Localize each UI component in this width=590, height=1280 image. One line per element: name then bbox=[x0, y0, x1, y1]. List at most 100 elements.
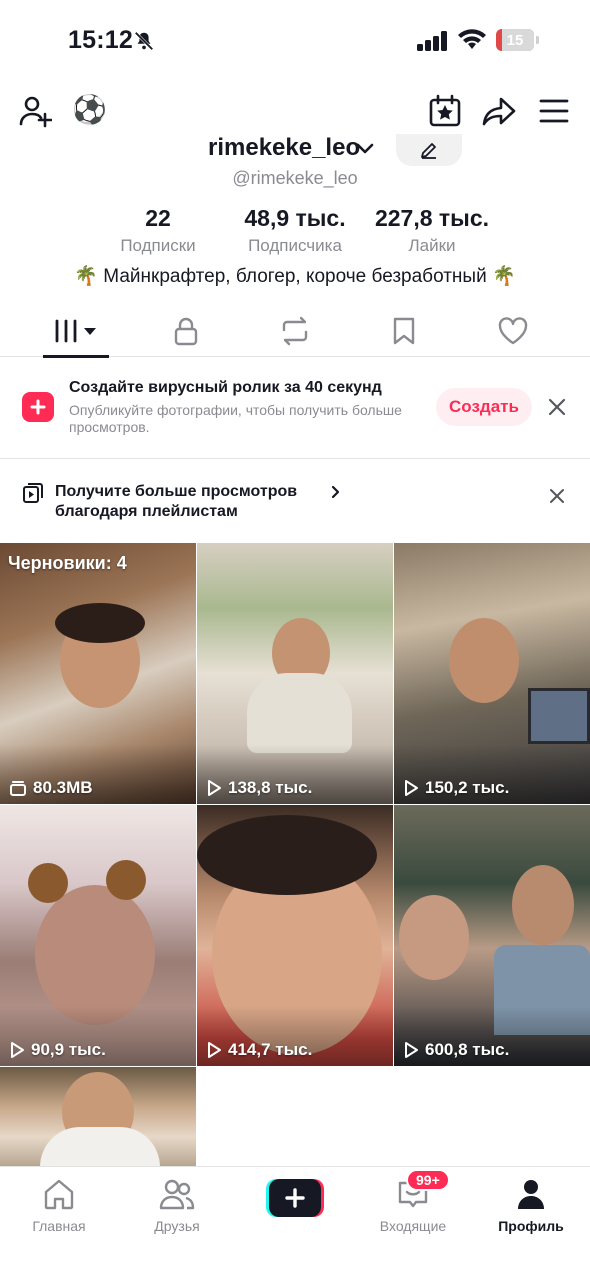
view-count-value: 90,9 тыс. bbox=[31, 1040, 106, 1059]
battery-fill bbox=[496, 29, 502, 51]
status-bar: 15:12 15 bbox=[0, 0, 590, 80]
nav-friends[interactable]: Друзья bbox=[122, 1175, 232, 1234]
video-thumbnail[interactable] bbox=[0, 1067, 196, 1167]
play-icon bbox=[208, 1042, 221, 1058]
wifi-icon bbox=[457, 28, 487, 55]
profile-tabs bbox=[0, 305, 590, 358]
thumbnail-face bbox=[449, 618, 519, 703]
thumbnail-face bbox=[35, 885, 155, 1025]
playlist-line1: Получите больше просмотров bbox=[55, 483, 298, 500]
create-video-banner[interactable]: Создайте вирусный ролик за 40 секунд Опу… bbox=[0, 357, 590, 459]
inbox-badge: 99+ bbox=[406, 1169, 450, 1191]
stat-value: 22 bbox=[145, 205, 171, 231]
nav-label: Профиль bbox=[498, 1218, 564, 1234]
video-thumbnail[interactable]: 150,2 тыс. bbox=[394, 543, 590, 804]
video-thumbnail[interactable]: 138,8 тыс. bbox=[197, 543, 393, 804]
playlist-banner-text: Получите больше просмотров благодаря пле… bbox=[55, 482, 297, 522]
video-size: 80.3MB bbox=[9, 778, 93, 798]
thumbnail-body bbox=[40, 1127, 160, 1167]
pencil-icon bbox=[421, 143, 436, 159]
view-count: 600,8 тыс. bbox=[403, 1040, 509, 1060]
home-icon bbox=[4, 1175, 114, 1213]
friends-icon bbox=[122, 1175, 232, 1213]
bell-muted-icon bbox=[133, 30, 155, 57]
edit-profile-button[interactable] bbox=[396, 134, 462, 166]
stat-likes[interactable]: 227,8 тыс. Лайки bbox=[366, 205, 498, 256]
view-count: 414,7 тыс. bbox=[206, 1040, 312, 1060]
nav-profile[interactable]: Профиль bbox=[476, 1175, 586, 1234]
thumbnail-face bbox=[399, 895, 469, 980]
play-icon bbox=[11, 1042, 24, 1058]
stat-value: 48,9 тыс. bbox=[244, 205, 346, 231]
video-thumbnail[interactable]: 600,8 тыс. bbox=[394, 805, 590, 1066]
stat-value: 227,8 тыс. bbox=[374, 205, 490, 231]
video-thumbnail[interactable]: 90,9 тыс. bbox=[0, 805, 196, 1066]
view-count-value: 414,7 тыс. bbox=[228, 1040, 313, 1059]
thumbnail-face bbox=[512, 865, 574, 945]
soccer-ball-icon[interactable]: ⚽ bbox=[72, 96, 107, 124]
videos-grid-icon bbox=[55, 319, 96, 343]
view-count-value: 600,8 тыс. bbox=[425, 1040, 510, 1059]
calendar-star-icon[interactable] bbox=[428, 94, 462, 128]
chevron-down-icon[interactable] bbox=[356, 142, 374, 161]
thumbnail-hair bbox=[55, 603, 145, 643]
profile-bio: 🌴 Майнкрафтер, блогер, короче безработны… bbox=[74, 266, 516, 287]
share-arrow-icon[interactable] bbox=[482, 94, 516, 128]
thumbnail-dog-ear bbox=[28, 863, 68, 903]
tab-liked[interactable] bbox=[480, 305, 546, 357]
menu-icon[interactable] bbox=[538, 96, 570, 126]
thumbnail-hair bbox=[197, 815, 377, 895]
thumbnail-laptop bbox=[528, 688, 590, 744]
heart-icon bbox=[498, 317, 528, 345]
banner-subtitle: Опубликуйте фотографии, чтобы получить б… bbox=[69, 402, 402, 435]
play-icon bbox=[208, 780, 221, 796]
stat-label: Лайки bbox=[408, 236, 456, 255]
drafts-label: Черновики: 4 bbox=[8, 553, 127, 573]
playlist-line2: благодаря плейлистам bbox=[55, 503, 238, 520]
add-person-icon[interactable] bbox=[18, 94, 52, 128]
video-size-value: 80.3MB bbox=[33, 778, 93, 797]
view-count: 138,8 тыс. bbox=[206, 778, 312, 798]
close-icon[interactable] bbox=[549, 488, 565, 509]
view-count: 150,2 тыс. bbox=[403, 778, 509, 798]
tab-videos[interactable] bbox=[43, 305, 109, 357]
close-icon[interactable] bbox=[547, 397, 567, 422]
status-time: 15:12 bbox=[68, 26, 133, 54]
video-thumbnail[interactable]: 414,7 тыс. bbox=[197, 805, 393, 1066]
create-plus-button[interactable] bbox=[266, 1179, 324, 1217]
play-icon bbox=[405, 780, 418, 796]
view-count-value: 138,8 тыс. bbox=[228, 778, 313, 797]
tab-saved[interactable] bbox=[371, 305, 437, 357]
nav-label: Друзья bbox=[154, 1218, 200, 1234]
video-thumbnail-drafts[interactable]: Черновики: 4 80.3MB bbox=[0, 543, 196, 804]
username[interactable]: rimekeke_leo bbox=[208, 134, 360, 162]
stat-following[interactable]: 22 Подписки bbox=[108, 205, 208, 256]
bookmark-icon bbox=[393, 317, 415, 345]
tab-private[interactable] bbox=[153, 305, 219, 357]
nav-label: Главная bbox=[32, 1218, 86, 1234]
tab-reposts[interactable] bbox=[262, 305, 328, 357]
stat-followers[interactable]: 48,9 тыс. Подписчика bbox=[230, 205, 360, 256]
plus-camera-icon bbox=[22, 392, 54, 422]
drafts-stack-icon bbox=[10, 781, 26, 796]
battery-indicator: 15 bbox=[496, 29, 539, 51]
repost-icon bbox=[282, 316, 308, 346]
stat-label: Подписки bbox=[120, 236, 196, 255]
profile-icon bbox=[476, 1175, 586, 1213]
nav-label: Входящие bbox=[379, 1218, 447, 1234]
battery-level: 15 bbox=[506, 31, 524, 49]
view-count-value: 150,2 тыс. bbox=[425, 778, 510, 797]
stat-label: Подписчика bbox=[248, 236, 342, 255]
view-count: 90,9 тыс. bbox=[9, 1040, 106, 1060]
create-button[interactable]: Создать bbox=[436, 388, 532, 426]
play-icon bbox=[405, 1042, 418, 1058]
chevron-right-icon bbox=[330, 485, 342, 504]
banner-title: Создайте вирусный ролик за 40 секунд bbox=[69, 379, 382, 396]
thumbnail-body bbox=[247, 673, 352, 753]
playlist-banner[interactable]: Получите больше просмотров благодаря пле… bbox=[0, 459, 590, 543]
lock-icon bbox=[174, 317, 198, 346]
nav-home[interactable]: Главная bbox=[4, 1175, 114, 1234]
username-row[interactable]: rimekeke_leo bbox=[0, 134, 590, 166]
cellular-signal-icon bbox=[417, 31, 449, 56]
playlist-icon bbox=[22, 482, 44, 509]
